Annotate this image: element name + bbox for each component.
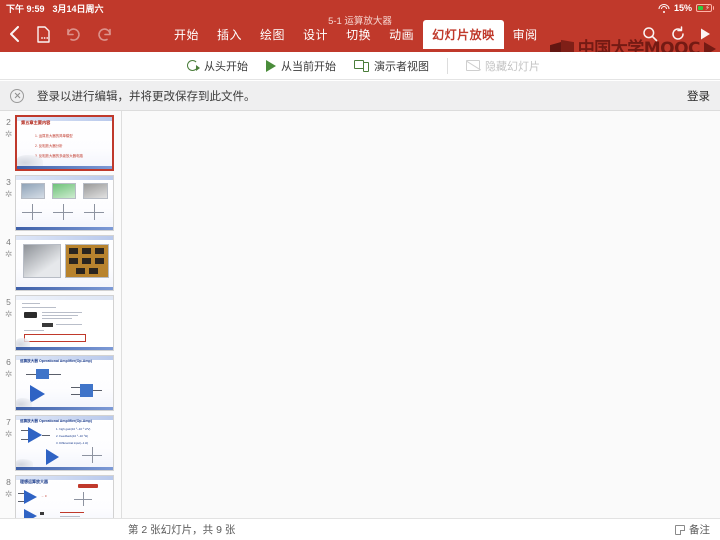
status-bar-left: 下午 9:59 3月14日周六 bbox=[6, 2, 104, 15]
thumbnail-meta: 8 ✲ bbox=[2, 475, 15, 500]
slide-number: 2 bbox=[6, 117, 11, 127]
list-item[interactable]: 5 ✲ bbox=[0, 291, 121, 351]
thumbnail-meta: 3 ✲ bbox=[2, 175, 15, 200]
ribbon-bar: 开始 插入 绘图 设计 切换 动画 幻灯片放映 审阅 中国大学MOOC bbox=[0, 16, 720, 58]
undo-icon[interactable] bbox=[65, 27, 82, 42]
start-from-beginning-button[interactable]: 从头开始 bbox=[186, 58, 248, 74]
sign-in-button[interactable]: 登录 bbox=[687, 88, 710, 104]
hide-slide-label: 隐藏幻灯片 bbox=[485, 60, 540, 73]
slide-8-title: 理想运算放大器 bbox=[20, 479, 48, 484]
slide-thumbnail-panel[interactable]: 2 ✲ 第五章主要内容 1. 运算放大器的简单模型 2. 反相放大器分析 3. … bbox=[0, 111, 122, 518]
battery-percent-label: 15% bbox=[673, 3, 692, 13]
list-item[interactable]: 2 ✲ 第五章主要内容 1. 运算放大器的简单模型 2. 反相放大器分析 3. … bbox=[0, 111, 121, 171]
list-item[interactable]: 8 ✲ 理想运算放大器 → 0 bbox=[0, 471, 121, 518]
slide-thumbnail-7[interactable]: 运算放大器 Operational Amplifier(Op-Amp) 1. h… bbox=[15, 415, 114, 471]
notes-button[interactable]: 备注 bbox=[675, 522, 710, 537]
slide-thumbnail-5[interactable] bbox=[15, 295, 114, 351]
tab-huitu[interactable]: 绘图 bbox=[251, 20, 294, 49]
tab-donghua[interactable]: 动画 bbox=[380, 20, 423, 49]
slide-6-title: 运算放大器 Operational Amplifier(Op-Amp) bbox=[20, 359, 92, 363]
thumbnail-meta: 2 ✲ bbox=[2, 115, 15, 140]
tab-sheji[interactable]: 设计 bbox=[294, 20, 337, 49]
notes-icon bbox=[675, 524, 685, 535]
animation-star-icon: ✲ bbox=[4, 129, 13, 139]
toolbar-divider bbox=[447, 57, 448, 74]
slide-editing-stage[interactable] bbox=[122, 111, 720, 518]
ribbon-left-actions bbox=[0, 25, 113, 43]
thumbnail-meta: 6 ✲ bbox=[2, 355, 15, 380]
hide-slide-button: 隐藏幻灯片 bbox=[466, 58, 540, 74]
list-item[interactable]: 3 ✲ bbox=[0, 171, 121, 231]
thumbnail-meta: 7 ✲ bbox=[2, 415, 15, 440]
status-bar-date: 3月14日周六 bbox=[52, 3, 104, 14]
animation-star-icon: ✲ bbox=[4, 189, 13, 199]
slide-7-title: 运算放大器 Operational Amplifier(Op-Amp) bbox=[20, 419, 92, 423]
search-icon[interactable] bbox=[642, 26, 658, 42]
slide-position-status: 第 2 张幻灯片，共 9 张 bbox=[128, 524, 236, 536]
start-from-beginning-label: 从头开始 bbox=[204, 60, 248, 73]
thumbnail-meta: 4 ✲ bbox=[2, 235, 15, 260]
play-from-current-icon bbox=[266, 59, 276, 72]
signin-notification-bar: 登录以进行编辑，并将更改保存到此文件。 登录 bbox=[0, 81, 720, 111]
bottom-status-bar: 第 2 张幻灯片，共 9 张 备注 bbox=[0, 518, 720, 540]
animation-star-icon: ✲ bbox=[4, 489, 13, 499]
restart-presentation-icon bbox=[186, 59, 200, 72]
tab-qiehuan[interactable]: 切换 bbox=[337, 20, 380, 49]
presenter-view-label: 演示者视图 bbox=[374, 60, 429, 73]
tab-shenyue[interactable]: 审阅 bbox=[504, 20, 547, 49]
slide-number: 5 bbox=[6, 297, 11, 307]
slide-thumbnail-3[interactable] bbox=[15, 175, 114, 231]
notification-message: 登录以进行编辑，并将更改保存到此文件。 bbox=[37, 90, 256, 103]
slide-2-bullet-2: 2. 反相放大器分析 bbox=[35, 144, 63, 148]
status-bar-time: 下午 9:59 bbox=[6, 3, 45, 14]
ribbon-tabs: 开始 插入 绘图 设计 切换 动画 幻灯片放映 审阅 bbox=[165, 19, 547, 49]
slide-2-bullet-1: 1. 运算放大器的简单模型 bbox=[35, 134, 73, 138]
slide-number: 3 bbox=[6, 177, 11, 187]
animation-star-icon: ✲ bbox=[4, 249, 13, 259]
notes-label: 备注 bbox=[689, 524, 710, 536]
tab-kaishi[interactable]: 开始 bbox=[165, 20, 208, 49]
sync-icon[interactable] bbox=[670, 26, 686, 42]
play-icon[interactable] bbox=[698, 27, 712, 41]
slide-number: 8 bbox=[6, 477, 11, 487]
close-icon[interactable] bbox=[10, 88, 24, 103]
start-from-current-button[interactable]: 从当前开始 bbox=[266, 58, 336, 74]
list-item[interactable]: 4 ✲ bbox=[0, 231, 121, 291]
presenter-view-icon bbox=[354, 59, 369, 72]
slide-thumbnail-6[interactable]: 运算放大器 Operational Amplifier(Op-Amp) bbox=[15, 355, 114, 411]
slide-number: 4 bbox=[6, 237, 11, 247]
list-item[interactable]: 6 ✲ 运算放大器 Operational Amplifier(Op-Amp) bbox=[0, 351, 121, 411]
wifi-icon bbox=[658, 3, 670, 13]
list-item[interactable]: 7 ✲ 运算放大器 Operational Amplifier(Op-Amp) … bbox=[0, 411, 121, 471]
slide-number: 6 bbox=[6, 357, 11, 367]
thumbnail-meta: 5 ✲ bbox=[2, 295, 15, 320]
tab-huandengpianfangying[interactable]: 幻灯片放映 bbox=[423, 19, 504, 49]
slide-thumbnail-2[interactable]: 第五章主要内容 1. 运算放大器的简单模型 2. 反相放大器分析 3. 反相放大… bbox=[15, 115, 114, 171]
slide-2-bullet-3: 3. 反相放大器的多级放大器电路 bbox=[35, 154, 83, 158]
animation-star-icon: ✲ bbox=[4, 369, 13, 379]
redo-icon[interactable] bbox=[96, 27, 113, 42]
hide-slide-icon bbox=[466, 60, 480, 71]
back-chevron-icon[interactable] bbox=[8, 25, 22, 43]
file-options-icon[interactable] bbox=[36, 25, 51, 43]
system-status-bar: 下午 9:59 3月14日周六 15% ⚡ bbox=[0, 0, 720, 16]
slide-thumbnail-4[interactable] bbox=[15, 235, 114, 291]
slide-2-title: 第五章主要内容 bbox=[21, 120, 51, 125]
ribbon-right-actions bbox=[642, 26, 720, 42]
battery-charging-icon: ⚡ bbox=[696, 4, 714, 12]
tab-charu[interactable]: 插入 bbox=[208, 20, 251, 49]
animation-star-icon: ✲ bbox=[4, 309, 13, 319]
slideshow-toolbar: 从头开始 从当前开始 演示者视图 隐藏幻灯片 bbox=[0, 52, 720, 80]
start-from-current-label: 从当前开始 bbox=[281, 60, 336, 73]
slide-number: 7 bbox=[6, 417, 11, 427]
powerpoint-mobile-window: 下午 9:59 3月14日周六 15% ⚡ 开始 插入 绘图 设计 切换 动画 … bbox=[0, 0, 720, 540]
slide-thumbnail-8[interactable]: 理想运算放大器 → 0 bbox=[15, 475, 114, 518]
presenter-view-button[interactable]: 演示者视图 bbox=[354, 58, 429, 74]
status-bar-right: 15% ⚡ bbox=[658, 3, 714, 13]
animation-star-icon: ✲ bbox=[4, 429, 13, 439]
